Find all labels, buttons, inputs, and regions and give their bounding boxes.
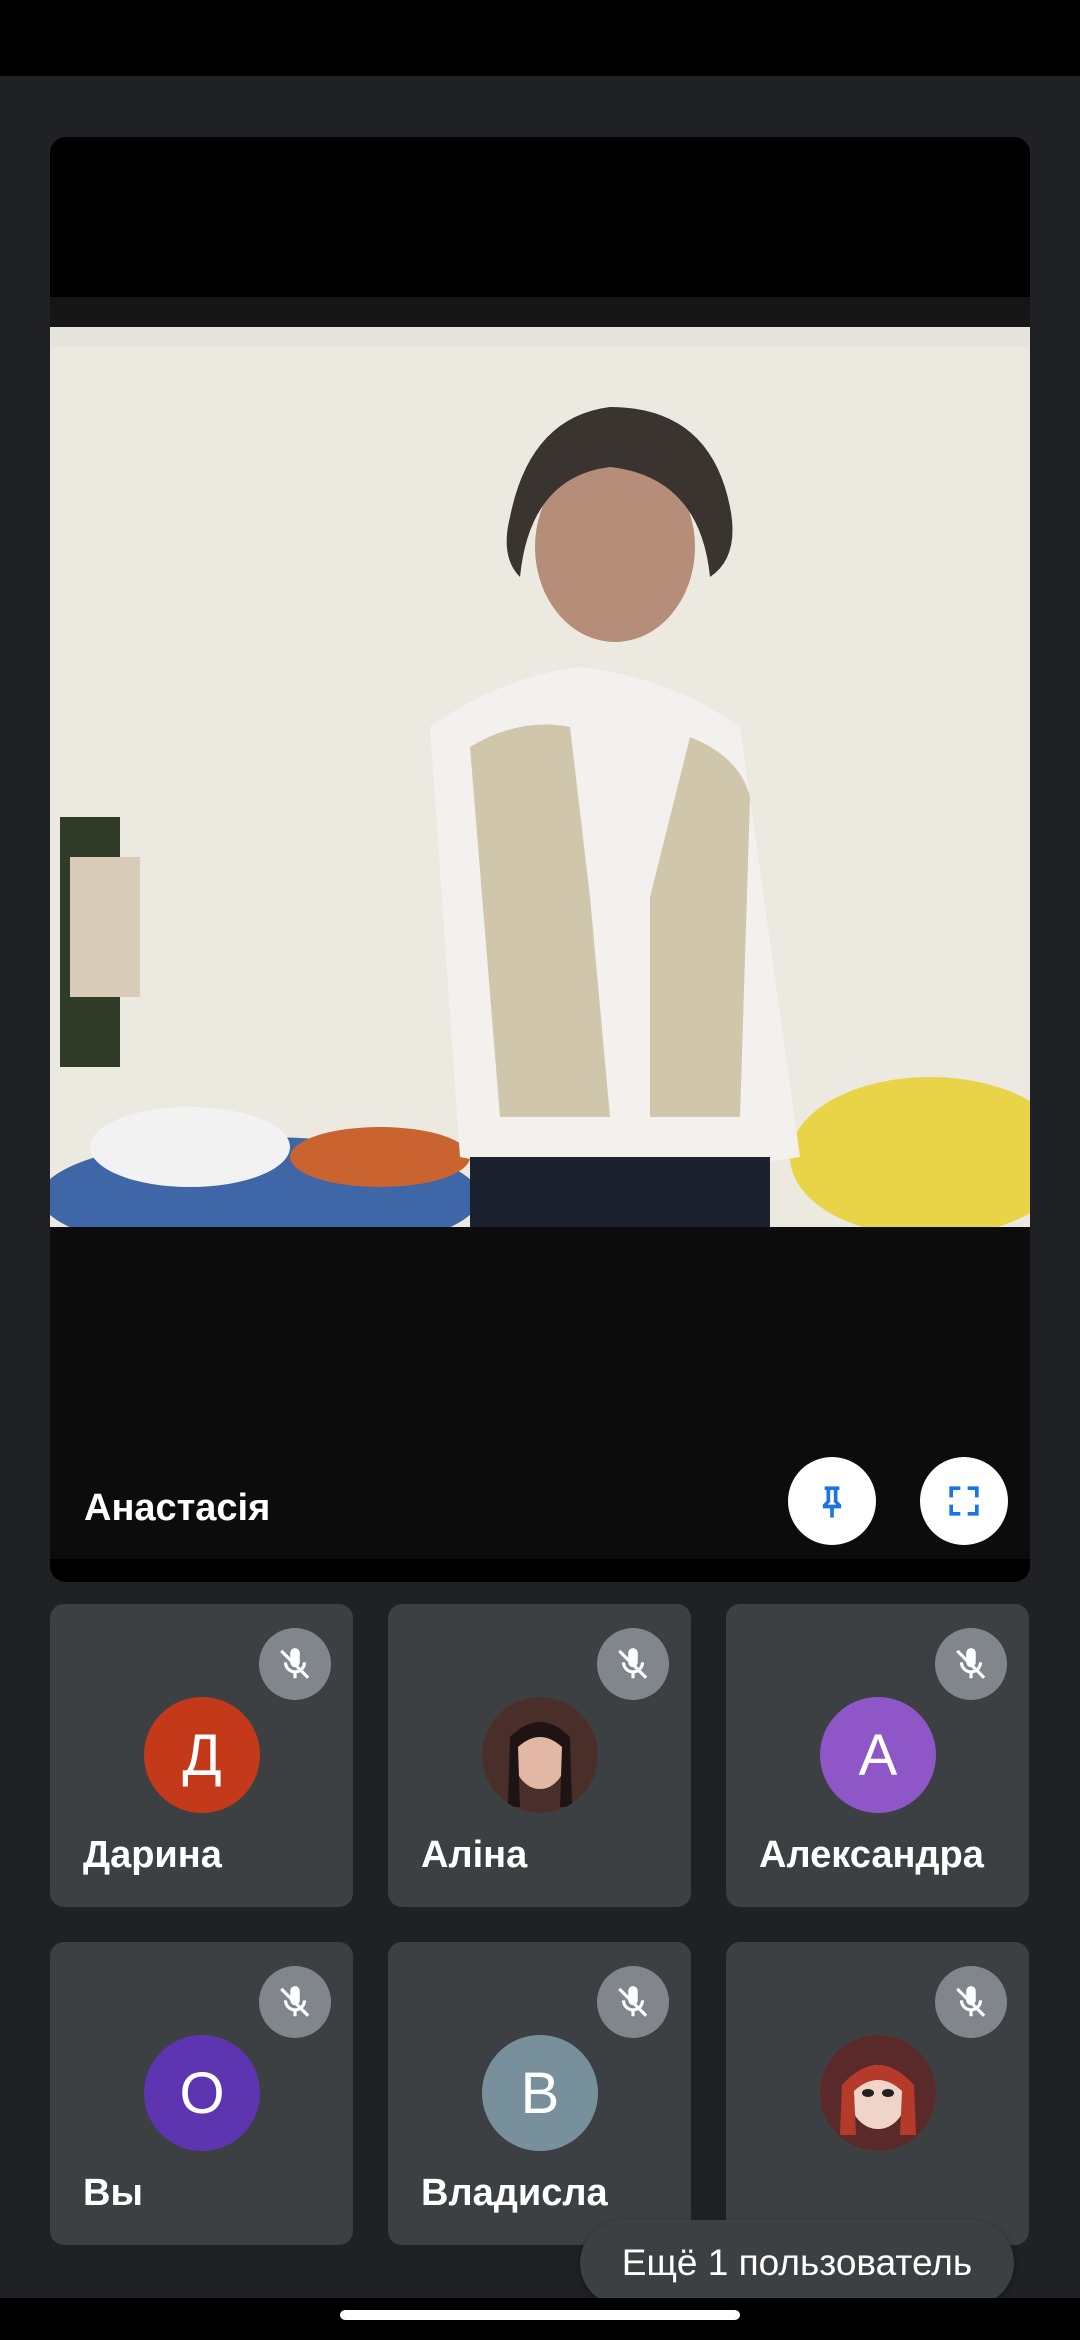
- participant-tile[interactable]: А Александра: [726, 1604, 1029, 1907]
- fullscreen-icon: [949, 1486, 979, 1516]
- speaker-video: [50, 297, 1030, 1559]
- participant-tile[interactable]: В Владисла: [388, 1942, 691, 2245]
- participant-name: Аліна: [421, 1834, 528, 1876]
- participant-name: Александра: [759, 1834, 984, 1876]
- mic-off-icon: [259, 1628, 331, 1700]
- participant-tile[interactable]: [726, 1942, 1029, 2245]
- mic-off-icon: [259, 1966, 331, 2038]
- video-scene-image: [50, 297, 1030, 1559]
- meeting-view: Анастасія Д Дарина Аліна А Александра О …: [0, 76, 1080, 2306]
- main-speaker-tile[interactable]: Анастасія: [50, 137, 1030, 1582]
- avatar: А: [820, 1697, 936, 1813]
- pin-icon: [822, 1486, 842, 1518]
- avatar: Д: [144, 1697, 260, 1813]
- participant-tile[interactable]: Аліна: [388, 1604, 691, 1907]
- participant-name: Владисла: [421, 2172, 608, 2214]
- avatar-photo: [820, 2035, 936, 2151]
- participant-tile[interactable]: О Вы: [50, 1942, 353, 2245]
- mic-off-icon: [597, 1966, 669, 2038]
- avatar: В: [482, 2035, 598, 2151]
- fullscreen-button[interactable]: [920, 1457, 1008, 1545]
- avatar: О: [144, 2035, 260, 2151]
- participant-name: Вы: [83, 2172, 143, 2214]
- mic-off-icon: [935, 1628, 1007, 1700]
- avatar-photo: [482, 1697, 598, 1813]
- status-bar: [0, 0, 1080, 76]
- more-participants-button[interactable]: Ещё 1 пользователь: [580, 2220, 1014, 2306]
- participant-tile[interactable]: Д Дарина: [50, 1604, 353, 1907]
- home-indicator[interactable]: [340, 2310, 740, 2320]
- pin-button[interactable]: [788, 1457, 876, 1545]
- mic-off-icon: [597, 1628, 669, 1700]
- mic-off-icon: [935, 1966, 1007, 2038]
- participant-name: Дарина: [83, 1834, 222, 1876]
- main-speaker-name: Анастасія: [84, 1487, 271, 1529]
